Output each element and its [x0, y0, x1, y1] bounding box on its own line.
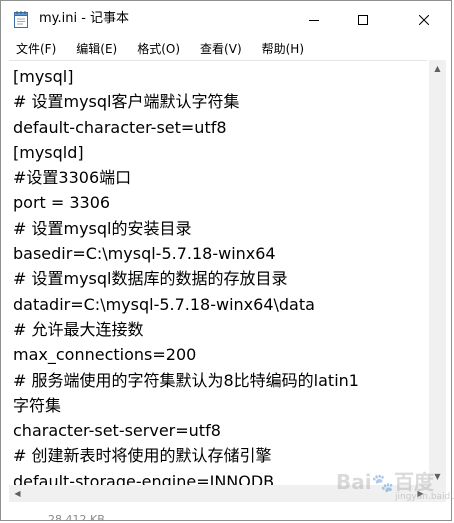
editor-line: # 设置mysql客户端默认字符集	[13, 92, 240, 112]
editor-line: 字符集	[13, 395, 62, 415]
editor-line: [mysqld]	[13, 142, 84, 162]
scroll-left-icon[interactable]: ◀	[9, 485, 26, 502]
maximize-icon	[358, 10, 368, 29]
editor-line: basedir=C:\mysql-5.7.18-winx64	[13, 244, 276, 264]
window-title: my.ini - 记事本	[39, 11, 130, 26]
text-editor[interactable]: [mysql] # 设置mysql客户端默认字符集 default-charac…	[9, 60, 427, 486]
editor-line: default-character-set=utf8	[13, 117, 227, 137]
minimize-button[interactable]	[291, 1, 337, 37]
editor-line: [mysql]	[13, 67, 74, 86]
background-file-size: 28,412 KB	[48, 513, 105, 521]
baidu-watermark: Bai🐾百度	[336, 470, 435, 494]
menu-format[interactable]: 格式(O)	[128, 38, 186, 59]
maximize-button[interactable]	[340, 1, 386, 37]
menu-bar: 文件(F) 编辑(E) 格式(O) 查看(V) 帮助(H)	[1, 37, 451, 60]
editor-line: # 允许最大连接数	[13, 319, 144, 339]
baidu-watermark-sub: jingyan.baidu.com	[395, 492, 454, 502]
menu-view[interactable]: 查看(V)	[191, 38, 248, 59]
menu-help[interactable]: 帮助(H)	[253, 38, 310, 59]
close-button[interactable]	[401, 1, 447, 37]
scroll-up-icon[interactable]: ▲	[429, 60, 446, 77]
menu-edit[interactable]: 编辑(E)	[67, 38, 123, 59]
editor-line: datadir=C:\mysql-5.7.18-winx64\data	[13, 294, 315, 314]
menu-file[interactable]: 文件(F)	[7, 38, 62, 59]
editor-line: port = 3306	[13, 193, 111, 213]
editor-line: # 服务端使用的字符集默认为8比特编码的latin1	[13, 370, 359, 390]
editor-line: max_connections=200	[13, 345, 197, 365]
editor-line: # 设置mysql的安装目录	[13, 218, 192, 238]
vertical-scrollbar[interactable]: ▲ ▼	[429, 60, 446, 485]
editor-content[interactable]: [mysql] # 设置mysql客户端默认字符集 default-charac…	[9, 61, 427, 486]
editor-line: character-set-server=utf8	[13, 421, 221, 441]
editor-line: #设置3306端口	[13, 168, 132, 188]
close-icon	[418, 10, 430, 29]
title-bar[interactable]: my.ini - 记事本	[1, 1, 451, 37]
editor-line: # 设置mysql数据库的数据的存放目录	[13, 269, 288, 289]
minimize-icon	[309, 10, 319, 29]
notepad-window: my.ini - 记事本 文件(F) 编辑(E) 格式(O) 查看(V) 帮助(…	[0, 0, 452, 521]
editor-line: # 创建新表时将使用的默认存储引擎	[13, 446, 272, 466]
notepad-icon	[13, 10, 29, 28]
